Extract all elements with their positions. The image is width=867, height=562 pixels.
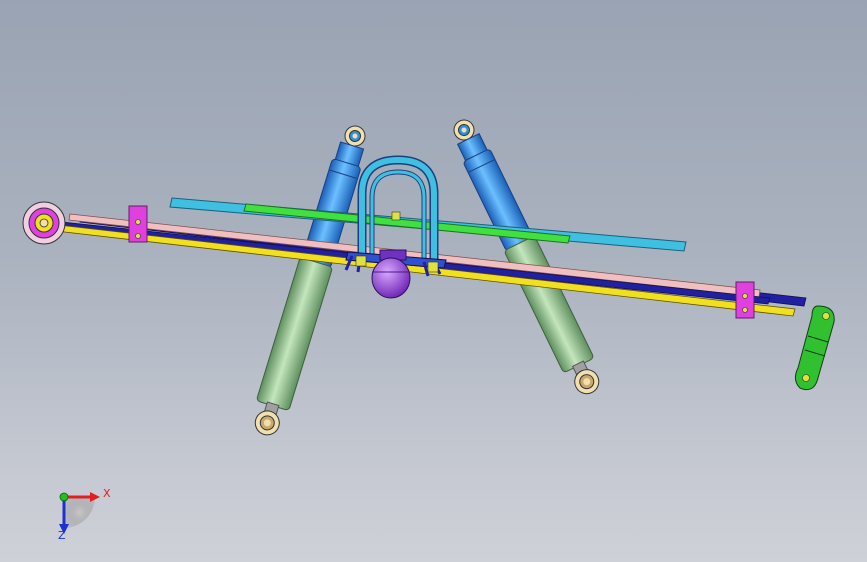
x-axis-arrowhead — [90, 492, 100, 502]
rear-shackle[interactable] — [794, 305, 835, 391]
x-axis-label: X — [103, 487, 111, 500]
coordinate-triad — [59, 492, 100, 534]
cad-viewport[interactable]: X Z — [0, 0, 867, 562]
left-shock-absorber[interactable] — [248, 121, 375, 439]
spring-clip-rear[interactable] — [735, 281, 755, 319]
spring-clip-front[interactable] — [128, 205, 148, 243]
front-eye-bushing[interactable] — [22, 201, 66, 245]
z-axis-label: Z — [58, 529, 66, 542]
right-shock-absorber[interactable] — [444, 114, 607, 400]
u-bolt[interactable] — [357, 155, 439, 262]
suspension-assembly — [22, 114, 835, 534]
y-axis-dot — [59, 492, 69, 502]
